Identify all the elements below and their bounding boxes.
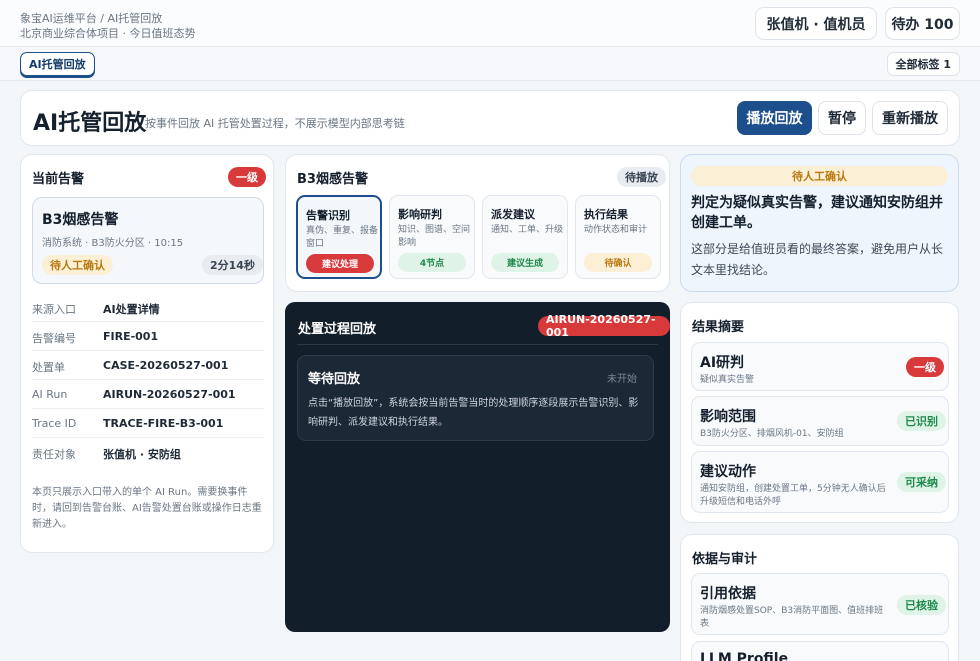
breadcrumb: 象宝AI运维平台 / AI托管回放 xyxy=(20,12,163,25)
alert-card[interactable]: B3烟感告警 消防系统 · B3防火分区 · 10:15 待人工确认 2分14秒 xyxy=(32,197,264,284)
steps-panel: B3烟感告警 待播放 告警识别 真伪、重复、报备窗口 建议处理 影响研判 知识、… xyxy=(285,154,670,292)
conclusion-desc: 这部分是给值班员看的最终答案，避免用户从长文本里找结论。 xyxy=(691,242,944,277)
project-context: 北京商业综合体项目 · 今日值班态势 xyxy=(20,27,196,40)
field-row: 告警编号 FIRE-001 xyxy=(32,322,264,351)
pause-button[interactable]: 暂停 xyxy=(818,101,866,135)
field-row: 处置单 CASE-20260527-001 xyxy=(32,351,264,380)
summary-title: 结果摘要 xyxy=(692,320,745,335)
evidence-title: 依据与审计 xyxy=(692,552,758,567)
evidence-item-references[interactable]: 引用依据 消防烟感处置SOP、B3消防平面图、值班排班表 已核验 xyxy=(691,573,949,635)
summary-panel: 结果摘要 AI研判 疑似真实告警 一级 影响范围 B3防火分区、排烟风机-01、… xyxy=(680,302,959,523)
divider xyxy=(297,344,658,345)
evidence-panel: 依据与审计 引用依据 消防烟感处置SOP、B3消防平面图、值班排班表 已核验 L… xyxy=(680,534,959,661)
conclusion-panel: 待人工确认 判定为疑似真实告警，建议通知安防组并创建工单。 这部分是给值班员看的… xyxy=(680,154,959,292)
step-execution-result[interactable]: 执行结果 动作状态和审计 待确认 xyxy=(575,195,661,279)
field-row: AI Run AIRUN-20260527-001 xyxy=(32,380,264,409)
tab-bar: AI托管回放 全部标签 1 xyxy=(0,47,980,81)
conclusion-tag: 待人工确认 xyxy=(691,166,948,186)
field-row: 来源入口 AI处置详情 xyxy=(32,293,264,322)
top-bar: 象宝AI运维平台 / AI托管回放 北京商业综合体项目 · 今日值班态势 张值机… xyxy=(0,0,980,47)
summary-item-ai-judgement[interactable]: AI研判 疑似真实告警 一级 xyxy=(691,342,949,391)
waiting-desc: 点击“播放回放”，系统会按当前告警当时的处理顺序逐段展示告警识别、影响研判、派发… xyxy=(308,398,639,428)
page-title: AI托管回放 xyxy=(33,111,147,136)
summary-item-impact-scope[interactable]: 影响范围 B3防火分区、排烟风机-01、安防组 已识别 xyxy=(691,396,949,446)
waiting-status: 未开始 xyxy=(607,374,637,385)
all-tags-button[interactable]: 全部标签 1 xyxy=(886,52,960,76)
evidence-item-llm-profile[interactable]: LLM Profile xyxy=(691,641,949,661)
status-badge: 待人工确认 xyxy=(42,255,113,275)
steps-status: 待播放 xyxy=(617,167,666,187)
scope-note: 本页只展示入口带入的单个 AI Run。需要换事件时，请回到告警台账、AI告警处… xyxy=(32,487,262,530)
run-id-badge: AIRUN-20260527-001 xyxy=(538,313,670,339)
section-title: 当前告警 xyxy=(32,172,85,187)
page-subtitle: 按事件回放 AI 托管处置过程，不展示模型内部思考链 xyxy=(145,117,405,130)
field-row: Trace ID TRACE-FIRE-B3-001 xyxy=(32,409,264,438)
field-row: 责任对象 张值机 · 安防组 xyxy=(32,448,181,461)
playback-panel: 处置过程回放 AIRUN-20260527-001 等待回放 未开始 点击“播放… xyxy=(285,302,670,632)
summary-item-suggested-action[interactable]: 建议动作 通知安防组，创建处置工单，5分钟无人确认后升级短信和电话外呼 可采纳 xyxy=(691,451,949,513)
user-button[interactable]: 张值机 · 值机员 xyxy=(755,7,877,40)
step-impact-analysis[interactable]: 影响研判 知识、图谱、空间影响 4节点 xyxy=(389,195,475,279)
play-button[interactable]: 播放回放 xyxy=(737,101,812,135)
level-badge: 一级 xyxy=(228,167,266,187)
alert-name: B3烟感告警 xyxy=(42,212,119,228)
elapsed-badge: 2分14秒 xyxy=(202,255,263,275)
page-header: AI托管回放 按事件回放 AI 托管处置过程，不展示模型内部思考链 播放回放 暂… xyxy=(20,90,960,146)
step-alert-identify[interactable]: 告警识别 真伪、重复、报备窗口 建议处理 xyxy=(296,195,382,279)
replay-button[interactable]: 重新播放 xyxy=(872,101,948,135)
conclusion-headline: 判定为疑似真实告警，建议通知安防组并创建工单。 xyxy=(691,195,943,231)
waiting-card: 等待回放 未开始 点击“播放回放”，系统会按当前告警当时的处理顺序逐段展示告警识… xyxy=(297,355,654,441)
playback-title: 处置过程回放 xyxy=(298,322,377,337)
current-alert-panel: 当前告警 一级 B3烟感告警 消防系统 · B3防火分区 · 10:15 待人工… xyxy=(20,154,274,553)
step-dispatch-suggestion[interactable]: 派发建议 通知、工单、升级 建议生成 xyxy=(482,195,568,279)
tab-ai-replay[interactable]: AI托管回放 xyxy=(20,52,95,76)
steps-title: B3烟感告警 xyxy=(297,172,368,187)
todo-button[interactable]: 待办 100 xyxy=(885,7,960,40)
alert-meta: 消防系统 · B3防火分区 · 10:15 xyxy=(42,238,184,249)
waiting-title: 等待回放 xyxy=(308,372,361,387)
